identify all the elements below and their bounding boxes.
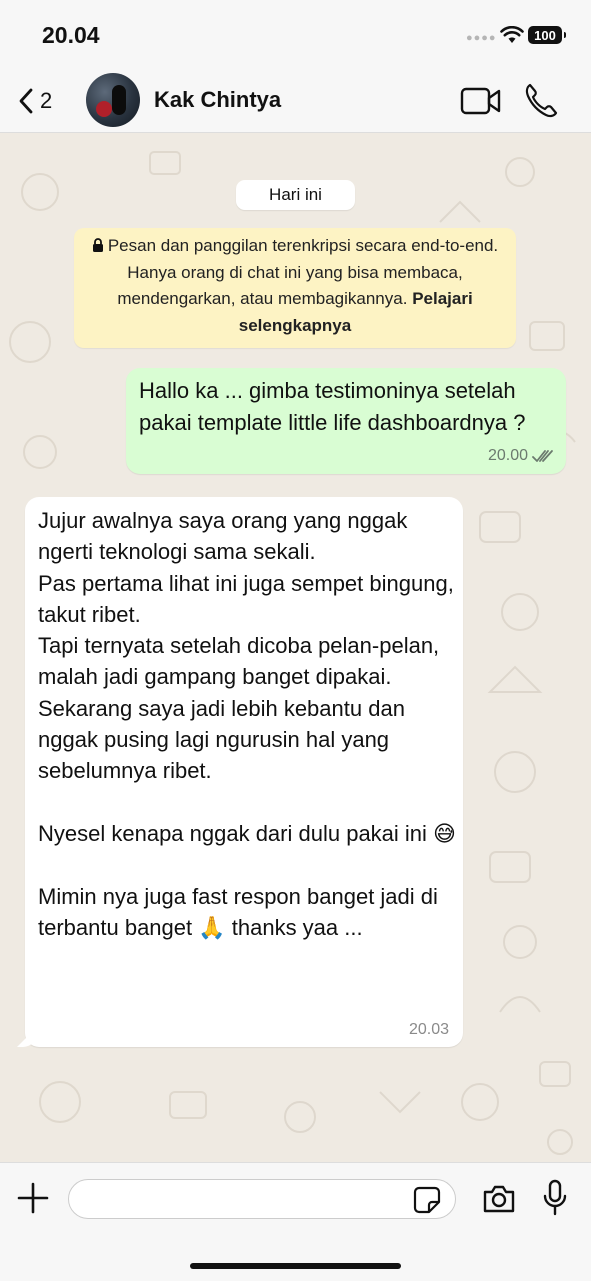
status-time: 20.04 — [42, 22, 100, 48]
chat-header: 2 Kak Chintya — [0, 70, 591, 133]
outgoing-message[interactable]: Hallo ka ... gimba testimoninya setelah … — [126, 368, 566, 474]
microphone-icon[interactable] — [542, 1179, 568, 1217]
phone-icon[interactable] — [524, 82, 558, 118]
status-bar: 20.04 ●●●● 100 — [0, 0, 591, 70]
lock-icon — [92, 238, 103, 252]
message-time: 20.00 — [487, 447, 528, 464]
input-bar — [0, 1162, 591, 1281]
message-time: 20.03 — [408, 1021, 449, 1038]
incoming-message[interactable]: Jujur awalnya saya orang yang nggak nger… — [25, 497, 463, 1047]
wifi-icon — [500, 26, 524, 43]
battery-level: 100 — [534, 27, 556, 43]
message-text: Jujur awalnya saya orang yang nggak nger… — [38, 508, 456, 940]
unread-count: 2 — [40, 88, 53, 113]
double-check-icon — [532, 450, 553, 462]
date-chip: Hari ini — [236, 180, 355, 210]
message-text: Hallo ka ... gimba testimoninya setelah … — [139, 378, 526, 435]
plus-icon[interactable] — [16, 1181, 50, 1215]
chevron-left-icon — [19, 88, 33, 114]
back-button[interactable]: 2 — [18, 83, 66, 119]
video-call-icon[interactable] — [460, 86, 502, 116]
contact-name[interactable]: Kak Chintya — [154, 87, 281, 113]
camera-icon[interactable] — [482, 1184, 516, 1214]
signal-icon: ●●●● — [466, 32, 497, 44]
message-meta: 20.00 — [488, 447, 554, 465]
home-indicator — [190, 1263, 401, 1269]
battery-icon: 100 — [528, 26, 566, 44]
message-input[interactable] — [68, 1179, 456, 1219]
avatar[interactable] — [86, 73, 140, 127]
encryption-notice[interactable]: Pesan dan panggilan terenkripsi secara e… — [74, 228, 516, 348]
chat-area[interactable]: Hari ini Pesan dan panggilan terenkripsi… — [0, 132, 591, 1162]
sticker-icon[interactable] — [413, 1186, 441, 1214]
